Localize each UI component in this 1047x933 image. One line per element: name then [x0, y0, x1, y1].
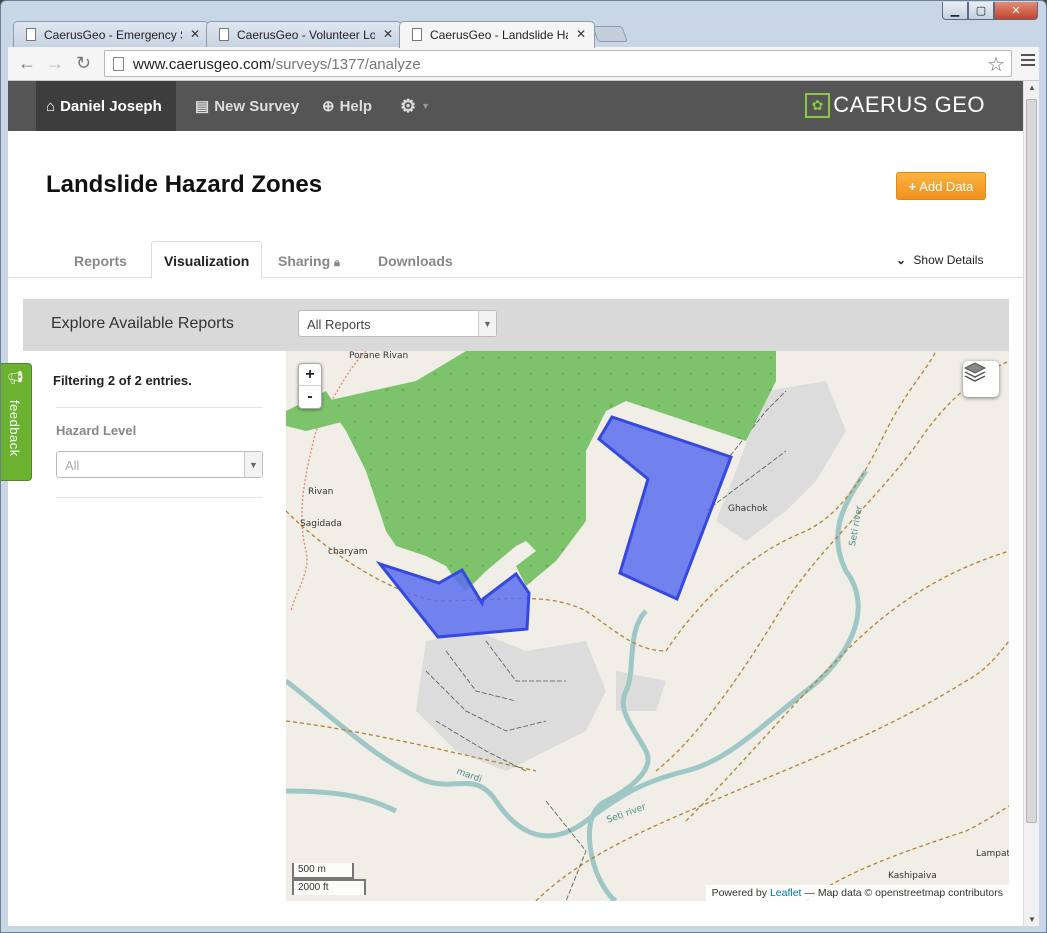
tab-sharing[interactable]: Sharing 🔒︎ — [278, 241, 340, 278]
place-label: Porane Rivan — [349, 351, 409, 361]
forward-arrow-icon[interactable]: → — [46, 53, 64, 74]
home-icon: ⌂ — [46, 97, 56, 115]
close-button[interactable]: ✕ — [994, 2, 1038, 20]
divider — [56, 407, 263, 408]
place-label: Sagidada — [300, 519, 342, 529]
browser-window: ▁ ▢ ✕ CaerusGeo - Emergency S ✕ CaerusGe… — [0, 0, 1047, 933]
place-label: Kashipaiva — [888, 871, 937, 881]
bookmark-star-icon[interactable]: ☆ — [987, 52, 1005, 77]
reports-select[interactable]: All Reports ▼ — [298, 310, 497, 337]
place-label: Lampata — [976, 849, 1009, 859]
megaphone-icon: 📢︎ — [7, 370, 24, 385]
explore-panel: Explore Available Reports All Reports ▼ … — [23, 299, 1009, 921]
scroll-up-icon[interactable]: ▲ — [1028, 83, 1036, 92]
caerus-logo-icon: ✿ — [805, 92, 831, 118]
browser-tab[interactable]: CaerusGeo - Volunteer Lo ✕ — [206, 21, 402, 47]
place-label: charyam — [328, 547, 368, 557]
scroll-down-icon[interactable]: ▼ — [1028, 915, 1036, 924]
tab-reports[interactable]: Reports — [74, 241, 127, 278]
hazard-level-label: Hazard Level — [56, 423, 137, 438]
page-icon — [219, 28, 229, 41]
tab-downloads[interactable]: Downloads — [378, 241, 453, 278]
scale-imperial: 2000 ft — [292, 879, 366, 895]
hazard-zone-1[interactable] — [375, 561, 531, 639]
page-scrollbar[interactable]: ▲ ▼ — [1023, 81, 1039, 926]
address-bar[interactable]: www.caerusgeo.com/surveys/1377/analyze ☆ — [104, 50, 1012, 77]
scale-metric: 500 m — [292, 863, 354, 879]
page-icon — [26, 28, 36, 41]
filter-count: Filtering 2 of 2 entries. — [53, 373, 192, 388]
url-path: /surveys/1377/analyze — [271, 56, 421, 73]
scrollbar-thumb[interactable] — [1026, 99, 1037, 823]
new-tab-button[interactable] — [592, 26, 628, 42]
place-label: Ghachok — [728, 504, 768, 514]
zoom-control: + - — [298, 363, 322, 409]
map-view[interactable]: * — [286, 351, 1009, 901]
page-viewport: ⌂ Daniel Joseph ▤ New Survey ⊕ Help ⚙ ▼ … — [8, 81, 1039, 926]
divider — [56, 497, 263, 498]
hazard-level-select[interactable]: All ▼ — [56, 451, 263, 478]
page-title: Landslide Hazard Zones — [46, 171, 323, 198]
zoom-in-button[interactable]: + — [299, 364, 321, 386]
nav-help[interactable]: ⊕ Help — [322, 81, 372, 131]
chevron-down-icon: ▼ — [244, 452, 262, 477]
hazard-zone-2[interactable] — [597, 415, 733, 602]
tab-close-icon[interactable]: ✕ — [576, 27, 586, 41]
window-controls: ▁ ▢ ✕ — [942, 2, 1038, 20]
leaflet-link[interactable]: Leaflet — [770, 887, 802, 899]
place-label: Rivan — [308, 487, 334, 497]
menu-icon[interactable] — [1021, 54, 1035, 69]
minimize-button[interactable]: ▁ — [942, 2, 968, 20]
show-details-toggle[interactable]: ⌄ Show Details — [896, 253, 983, 267]
browser-tab[interactable]: CaerusGeo - Emergency S ✕ — [13, 21, 209, 47]
plus-circle-icon: ⊕ — [322, 98, 335, 115]
page-icon — [412, 28, 422, 41]
document-icon: ▤ — [195, 98, 210, 115]
tab-strip: CaerusGeo - Emergency S ✕ CaerusGeo - Vo… — [13, 21, 713, 48]
back-arrow-icon[interactable]: ← — [18, 53, 36, 74]
explore-label: Explore Available Reports — [51, 315, 234, 332]
gear-icon: ⚙ — [400, 95, 417, 116]
map-attribution: Powered by Leaflet — Map data © openstre… — [705, 885, 1009, 901]
tab-close-icon[interactable]: ✕ — [190, 27, 200, 41]
plus-icon: + — [908, 178, 917, 194]
map-canvas[interactable]: * — [286, 351, 1009, 901]
add-data-button[interactable]: + Add Data — [896, 172, 986, 200]
browser-tab-active[interactable]: CaerusGeo - Landslide Ha ✕ — [399, 21, 595, 48]
url-domain: www.caerusgeo.com — [133, 56, 272, 73]
layers-button[interactable] — [963, 361, 999, 397]
feedback-tab[interactable]: 📢︎ feedback — [1, 363, 32, 481]
explore-bar: Explore Available Reports All Reports ▼ — [23, 299, 1009, 351]
settings-menu[interactable]: ⚙ ▼ — [400, 81, 430, 131]
nav-new-survey[interactable]: ▤ New Survey — [195, 81, 299, 131]
chevron-down-icon: ▼ — [478, 311, 496, 336]
page-tabs: Reports Visualization Sharing 🔒︎ Downloa… — [8, 241, 1023, 279]
filter-sidebar: Filtering 2 of 2 entries. Hazard Level A… — [23, 351, 286, 921]
lock-icon: 🔒︎ — [334, 257, 340, 269]
nav-user[interactable]: ⌂ Daniel Joseph — [36, 81, 176, 131]
reload-icon[interactable]: ↻ — [76, 53, 91, 74]
zoom-out-button[interactable]: - — [299, 386, 321, 408]
chevron-down-icon: ⌄ — [896, 253, 907, 267]
tab-close-icon[interactable]: ✕ — [383, 27, 393, 41]
app-navbar: ⌂ Daniel Joseph ▤ New Survey ⊕ Help ⚙ ▼ … — [8, 81, 1023, 131]
page-icon — [113, 57, 124, 71]
brand-logo[interactable]: ✿ CAERUS GEO — [805, 92, 985, 118]
layers-icon — [963, 362, 987, 382]
browser-toolbar: ← → ↻ www.caerusgeo.com/surveys/1377/ana… — [8, 47, 1039, 81]
maximize-button[interactable]: ▢ — [968, 2, 994, 20]
chevron-down-icon: ▼ — [421, 101, 431, 111]
tab-visualization[interactable]: Visualization — [151, 241, 263, 279]
